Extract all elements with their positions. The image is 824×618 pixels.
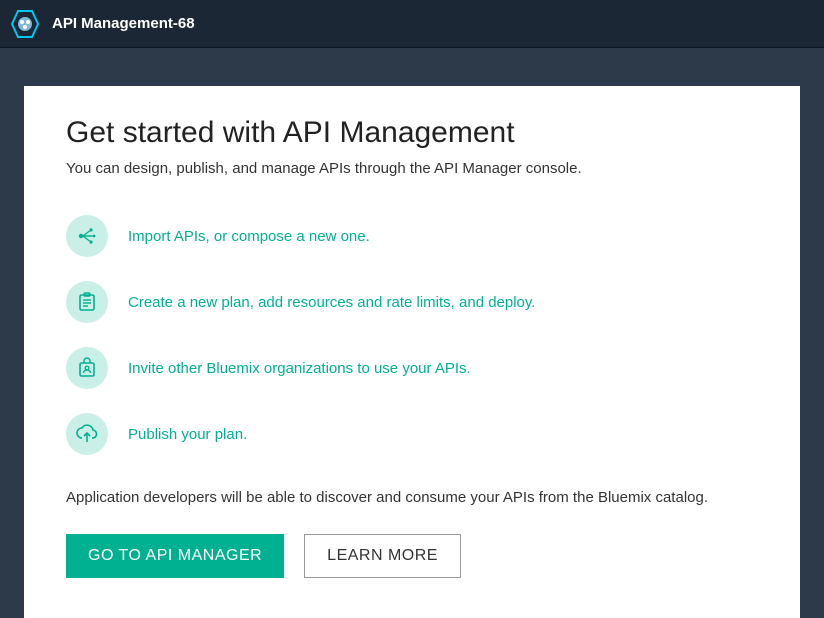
learn-more-button[interactable]: LEARN MORE xyxy=(304,534,461,578)
go-to-api-manager-button[interactable]: GO TO API MANAGER xyxy=(66,534,284,578)
step-label: Import APIs, or compose a new one. xyxy=(128,228,370,245)
topbar-title: API Management-68 xyxy=(52,15,195,32)
step-label: Invite other Bluemix organizations to us… xyxy=(128,360,471,377)
step-publish: Publish your plan. xyxy=(66,413,758,455)
topbar: API Management-68 xyxy=(0,0,824,48)
step-label: Create a new plan, add resources and rat… xyxy=(128,294,535,311)
footer-text: Application developers will be able to d… xyxy=(66,489,758,506)
plan-icon xyxy=(66,281,108,323)
import-icon xyxy=(66,215,108,257)
step-plan: Create a new plan, add resources and rat… xyxy=(66,281,758,323)
api-management-icon xyxy=(10,9,40,39)
page-wrapper: Get started with API Management You can … xyxy=(0,48,824,618)
card-subtitle: You can design, publish, and manage APIs… xyxy=(66,160,758,177)
card-title: Get started with API Management xyxy=(66,116,758,150)
publish-icon xyxy=(66,413,108,455)
get-started-card: Get started with API Management You can … xyxy=(24,86,800,618)
invite-icon xyxy=(66,347,108,389)
button-row: GO TO API MANAGER LEARN MORE xyxy=(66,534,758,578)
step-label: Publish your plan. xyxy=(128,426,247,443)
step-invite: Invite other Bluemix organizations to us… xyxy=(66,347,758,389)
step-import: Import APIs, or compose a new one. xyxy=(66,215,758,257)
